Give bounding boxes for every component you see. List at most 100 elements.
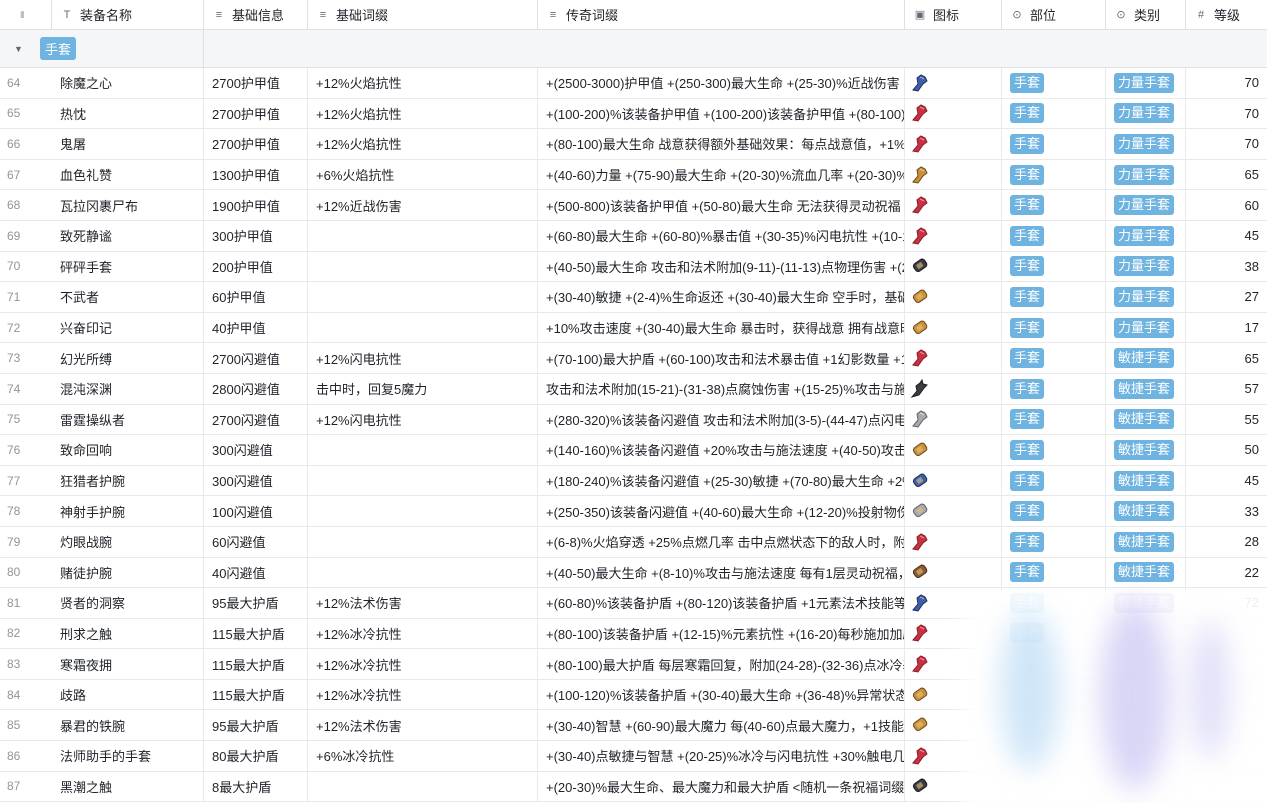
cell-base-affix[interactable] [308, 312, 538, 343]
table-row[interactable]: 87 黑潮之触 8最大护盾 +(20-30)%最大生命、最大魔力和最大护盾 <随… [0, 771, 1267, 803]
cell-name[interactable]: 瓦拉冈裹尸布 [52, 190, 204, 220]
cell-base-affix[interactable] [308, 526, 538, 557]
cell-image[interactable] [905, 373, 1002, 404]
group-row[interactable]: ▼ 手套 [0, 30, 1267, 68]
cell-base-info[interactable]: 2700闪避值 [204, 343, 308, 373]
cell-level[interactable]: 57 [1186, 374, 1267, 404]
table-row[interactable]: 77 狂猎者护腕 300闪避值 +(180-240)%该装备闪避值 +(25-3… [0, 465, 1267, 497]
cell-image[interactable] [905, 741, 1002, 771]
cell-base-info[interactable]: 60护甲值 [204, 282, 308, 312]
cell-type[interactable]: 力量手套 [1106, 159, 1186, 190]
cell-level[interactable]: 45 [1186, 466, 1267, 496]
cell-image[interactable] [905, 190, 1002, 220]
cell-slot[interactable] [1002, 741, 1106, 771]
group-header[interactable]: ▼ 手套 [0, 30, 204, 67]
cell-name[interactable]: 歧路 [52, 679, 204, 710]
cell-base-affix[interactable] [308, 251, 538, 282]
cell-slot[interactable]: 手套 [1002, 588, 1106, 618]
cell-slot[interactable]: 手套 [1002, 220, 1106, 251]
cell-slot[interactable]: 手套 [1002, 190, 1106, 220]
cell-legend-affix[interactable]: +(30-40)敏捷 +(2-4)%生命返还 +(30-40)最大生命 空手时，… [538, 282, 905, 312]
cell-level[interactable] [1186, 649, 1267, 679]
cell-base-info[interactable]: 300护甲值 [204, 220, 308, 251]
bracer-dark-icon[interactable] [909, 775, 931, 797]
table-row[interactable]: 79 灼眼战腕 60闪避值 +(6-8)%火焰穿透 +25%点燃几率 击中点燃状… [0, 526, 1267, 558]
cell-base-info[interactable]: 2700护甲值 [204, 98, 308, 129]
column-header-slot[interactable]: ⊙ 部位 [1002, 0, 1106, 29]
cell-image[interactable] [905, 496, 1002, 526]
table-row[interactable]: 71 不武者 60护甲值 +(30-40)敏捷 +(2-4)%生命返还 +(30… [0, 282, 1267, 313]
cell-image[interactable] [905, 220, 1002, 251]
cell-level[interactable]: 55 [1186, 405, 1267, 435]
cell-base-affix[interactable]: +12%法术伤害 [308, 710, 538, 741]
cell-slot[interactable]: 手套 [1002, 251, 1106, 282]
cell-name[interactable]: 鬼屠 [52, 129, 204, 159]
column-header-level[interactable]: # 等级 [1186, 0, 1267, 29]
cell-legend-affix[interactable]: +(6-8)%火焰穿透 +25%点燃几率 击中点燃状态下的敌人时，附加... [538, 526, 905, 557]
cell-legend-affix[interactable]: +(30-40)点敏捷与智慧 +(20-25)%冰冷与闪电抗性 +30%触电几率… [538, 741, 905, 771]
cell-slot[interactable]: 手套 [1002, 373, 1106, 404]
cell-image[interactable] [905, 465, 1002, 496]
cell-level[interactable]: 17 [1186, 313, 1267, 343]
cell-name[interactable]: 血色礼赞 [52, 159, 204, 190]
cell-name[interactable]: 幻光所缚 [52, 343, 204, 373]
cell-slot[interactable]: 手套 [1002, 282, 1106, 312]
cell-legend-affix[interactable]: 攻击和法术附加(15-21)-(31-38)点腐蚀伤害 +(15-25)%攻击与… [538, 373, 905, 404]
cell-legend-affix[interactable]: +(100-200)%该装备护甲值 +(100-200)该装备护甲值 +(80-… [538, 98, 905, 129]
cell-slot[interactable]: 手套 [1002, 312, 1106, 343]
cell-image[interactable] [905, 526, 1002, 557]
table-row[interactable]: 75 雷霆操纵者 2700闪避值 +12%闪电抗性 +(280-320)%该装备… [0, 404, 1267, 436]
gauntlet-blue-icon[interactable] [909, 592, 931, 614]
cell-legend-affix[interactable]: +(140-160)%该装备闪避值 +20%攻击与施法速度 +(40-50)攻击… [538, 435, 905, 465]
cell-name[interactable]: 黑潮之触 [52, 771, 204, 802]
cell-type[interactable]: 敏捷手套 [1106, 435, 1186, 465]
cell-base-affix[interactable]: +12%闪电抗性 [308, 404, 538, 435]
column-header-img[interactable]: ▣ 图标 [905, 0, 1002, 29]
cell-base-info[interactable]: 95最大护盾 [204, 588, 308, 618]
cell-base-info[interactable]: 80最大护盾 [204, 741, 308, 771]
cell-base-info[interactable]: 115最大护盾 [204, 649, 308, 679]
cell-type[interactable] [1106, 741, 1186, 771]
cell-type[interactable] [1106, 679, 1186, 710]
cell-level[interactable]: 72 [1186, 588, 1267, 618]
cell-legend-affix[interactable]: +(30-40)智慧 +(60-90)最大魔力 每(40-60)点最大魔力，+1… [538, 710, 905, 741]
cell-name[interactable]: 兴奋印记 [52, 312, 204, 343]
cell-base-info[interactable]: 300闪避值 [204, 435, 308, 465]
gauntlet-red-icon[interactable] [909, 225, 931, 247]
column-header-type[interactable]: ⊙ 类别 [1106, 0, 1186, 29]
table-row[interactable]: 83 寒霜夜拥 115最大护盾 +12%冰冷抗性 +(80-100)最大护盾 每… [0, 649, 1267, 680]
gauntlet-red-icon[interactable] [909, 347, 931, 369]
cell-base-affix[interactable]: +6%冰冷抗性 [308, 741, 538, 771]
gauntlet-red-icon[interactable] [909, 653, 931, 675]
cell-name[interactable]: 法师助手的手套 [52, 741, 204, 771]
cell-slot[interactable]: 手套 [1002, 159, 1106, 190]
gauntlet-silver-icon[interactable] [909, 408, 931, 430]
cell-base-affix[interactable]: +12%冰冷抗性 [308, 649, 538, 679]
cell-legend-affix[interactable]: +(100-120)%该装备护盾 +(30-40)最大生命 +(36-48)%异… [538, 679, 905, 710]
cell-base-affix[interactable] [308, 282, 538, 312]
cell-name[interactable]: 混沌深渊 [52, 373, 204, 404]
table-row[interactable]: 86 法师助手的手套 80最大护盾 +6%冰冷抗性 +(30-40)点敏捷与智慧… [0, 741, 1267, 772]
cell-legend-affix[interactable]: +(500-800)该装备护甲值 +(50-80)最大生命 无法获得灵动祝福 每… [538, 190, 905, 220]
cell-slot[interactable]: 手套 [1002, 68, 1106, 98]
cell-base-affix[interactable] [308, 557, 538, 588]
bracer-gold-icon[interactable] [909, 684, 931, 706]
gauntlet-red-icon[interactable] [909, 102, 931, 124]
cell-base-info[interactable]: 1900护甲值 [204, 190, 308, 220]
cell-slot[interactable]: 手套 [1002, 465, 1106, 496]
cell-legend-affix[interactable]: +(250-350)该装备闪避值 +(40-60)最大生命 +(12-20)%投… [538, 496, 905, 526]
cell-type[interactable]: 敏捷手套 [1106, 404, 1186, 435]
cell-base-affix[interactable]: +12%火焰抗性 [308, 129, 538, 159]
cell-image[interactable] [905, 68, 1002, 98]
cell-name[interactable]: 不武者 [52, 282, 204, 312]
cell-image[interactable] [905, 312, 1002, 343]
claw-dark-icon[interactable] [909, 378, 931, 400]
bracer-silver-icon[interactable] [909, 500, 931, 522]
cell-image[interactable] [905, 771, 1002, 802]
cell-image[interactable] [905, 404, 1002, 435]
cell-name[interactable]: 赌徒护腕 [52, 557, 204, 588]
cell-base-affix[interactable]: +12%闪电抗性 [308, 343, 538, 373]
column-header-name[interactable]: T 装备名称 [52, 0, 204, 29]
cell-image[interactable] [905, 343, 1002, 373]
cell-type[interactable]: 敏捷手套 [1106, 526, 1186, 557]
